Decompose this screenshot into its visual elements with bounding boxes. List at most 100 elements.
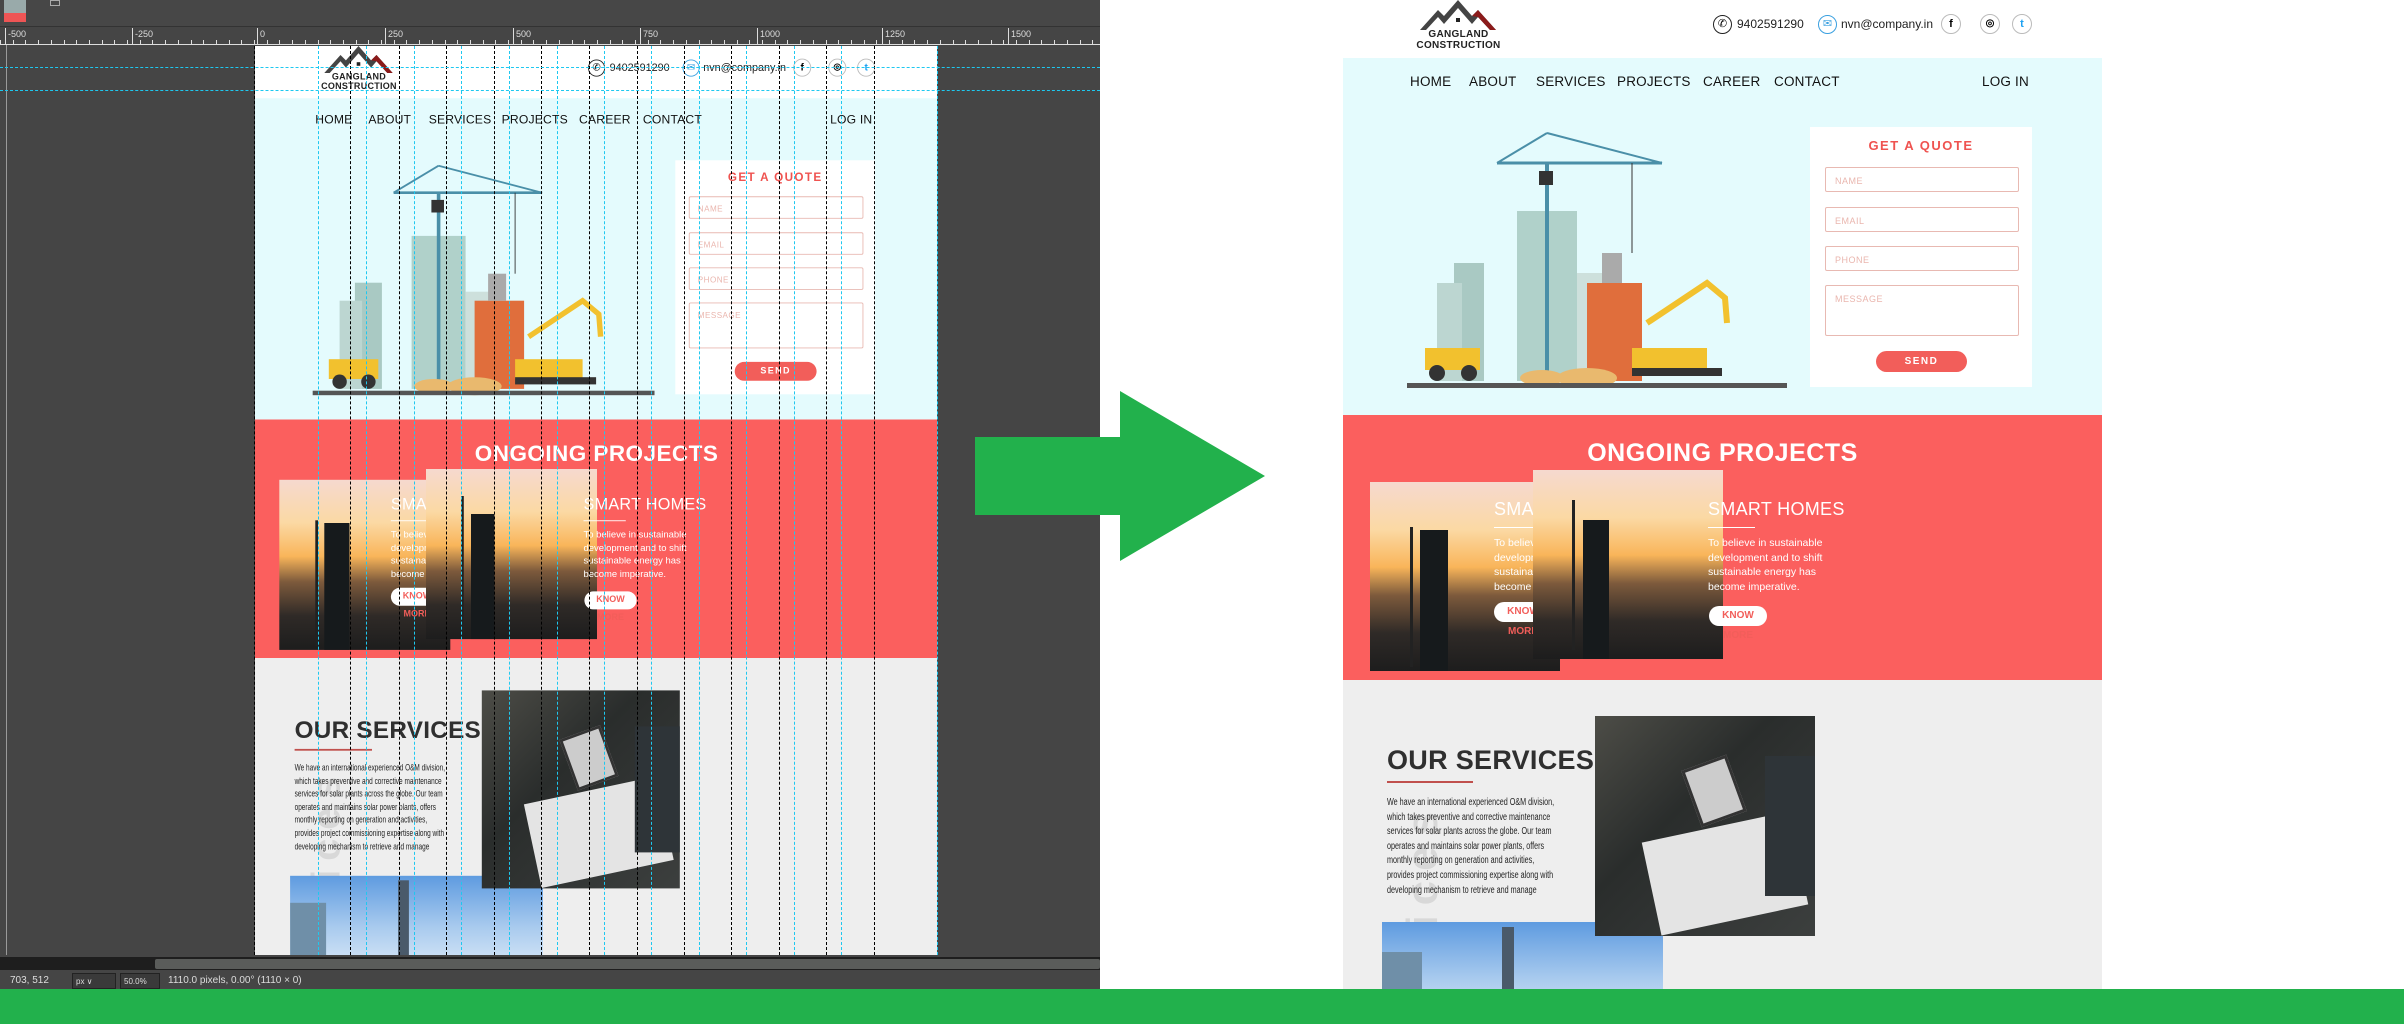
know-more-button-2[interactable]: KNOW MORE (1709, 606, 1767, 641)
vertical-guide[interactable] (731, 46, 732, 955)
email-input[interactable]: EMAIL (1825, 207, 2019, 232)
vertical-guide[interactable] (746, 46, 747, 955)
editor-canvas[interactable]: GANGLAND CONSTRUCTION ✆ 9402591290 ✉ nvn… (255, 46, 937, 955)
nav-projects[interactable]: PROJECTS (1617, 74, 1691, 89)
ruler-label: 250 (388, 29, 404, 39)
image-thumbnail[interactable] (4, 0, 26, 22)
vertical-guide[interactable] (366, 46, 367, 955)
ruler-tick (533, 40, 535, 44)
horizontal-ruler[interactable]: -500 -250 0 250 500 750 1000 1250 1500 (0, 28, 1100, 45)
vertical-guide[interactable] (446, 46, 447, 955)
hero-section: HOME ABOUT SERVICES PROJECTS CAREER CONT… (1343, 58, 2102, 415)
ruler-tick (495, 40, 497, 44)
vertical-guide[interactable] (461, 46, 462, 955)
ruler-tick (190, 40, 192, 44)
nav-home[interactable]: HOME (315, 113, 352, 127)
ruler-tick (381, 40, 382, 44)
mail-icon: ✉ (1818, 15, 1837, 34)
vertical-guide[interactable] (779, 46, 780, 955)
vertical-guide[interactable] (604, 46, 605, 955)
ruler-tick (368, 40, 370, 44)
ruler-tick (241, 40, 243, 44)
vertical-guide[interactable] (589, 46, 590, 955)
logo-text-line1: GANGLAND (331, 72, 387, 82)
instagram-icon[interactable]: ◎ (1980, 14, 2000, 34)
name-input[interactable]: NAME (688, 196, 864, 219)
nav-about[interactable]: ABOUT (368, 113, 411, 127)
vertical-guide[interactable] (254, 46, 255, 955)
nav-contact[interactable]: CONTACT (1774, 74, 1840, 89)
phone-input[interactable]: PHONE (1825, 246, 2019, 271)
message-input[interactable]: MESSAGE (688, 302, 864, 349)
vertical-guide[interactable] (699, 46, 700, 955)
vertical-guide[interactable] (937, 46, 938, 955)
vertical-guide[interactable] (509, 46, 510, 955)
unit-select[interactable]: px ∨ (72, 973, 116, 989)
horizontal-guide[interactable] (0, 90, 1100, 91)
services-text: We have an international experienced O&M… (1387, 796, 1554, 898)
know-more-button-2[interactable]: KNOW MORE (584, 591, 637, 623)
ruler-tick (38, 40, 40, 44)
vertical-guide[interactable] (494, 46, 495, 955)
twitter-icon[interactable]: t (2012, 14, 2032, 34)
ruler-tick (457, 40, 459, 44)
ruler-tick (977, 40, 979, 44)
vertical-guide[interactable] (637, 46, 638, 955)
ruler-tick (584, 40, 586, 44)
ruler-tick (660, 40, 662, 44)
ruler-label: 750 (643, 29, 659, 39)
vertical-guide[interactable] (826, 46, 827, 955)
restore-icon[interactable] (50, 0, 60, 6)
email-input[interactable]: EMAIL (688, 232, 864, 255)
nav-home[interactable]: HOME (1410, 74, 1451, 89)
nav-career[interactable]: CAREER (1703, 74, 1760, 89)
scrollbar-thumb[interactable] (155, 959, 1100, 969)
ruler-tick (622, 40, 624, 44)
vertical-guide[interactable] (841, 46, 842, 955)
send-button[interactable]: SEND (1876, 351, 1967, 372)
ruler-label: 500 (516, 29, 532, 39)
nav-services[interactable]: SERVICES (1536, 74, 1606, 89)
vertical-guide[interactable] (794, 46, 795, 955)
header-phone[interactable]: 9402591290 (1737, 17, 1804, 31)
vertical-guide[interactable] (684, 46, 685, 955)
vertical-guide[interactable] (414, 46, 415, 955)
ruler-tick (635, 40, 636, 44)
nav-login[interactable]: LOG IN (1982, 74, 2029, 89)
horizontal-guide[interactable] (0, 67, 1100, 68)
ruler-tick (800, 40, 802, 44)
vertical-guide[interactable] (651, 46, 652, 955)
ruler-tick (952, 40, 954, 44)
phone-input[interactable]: PHONE (688, 267, 864, 290)
vertical-guide[interactable] (874, 46, 875, 955)
vertical-guide[interactable] (557, 46, 558, 955)
construction-illustration (1407, 132, 1787, 388)
nav-about[interactable]: ABOUT (1469, 74, 1517, 89)
message-input[interactable]: MESSAGE (1825, 285, 2019, 336)
vertical-guide[interactable] (318, 46, 319, 955)
name-input[interactable]: NAME (1825, 167, 2019, 192)
services-section: services OUR SERVICES We have an interna… (1343, 680, 2102, 1016)
ruler-tick (774, 40, 776, 44)
project-image-2 (1533, 470, 1723, 659)
zoom-select[interactable]: 50.0% (120, 973, 160, 989)
ruler-tick (444, 40, 446, 44)
ruler-tick (254, 40, 255, 44)
vertical-guide[interactable] (541, 46, 542, 955)
ruler-tick (927, 40, 929, 44)
bottom-green-band (0, 989, 2404, 1024)
ruler-tick (63, 40, 65, 44)
ruler-tick (838, 40, 840, 44)
ruler-tick (5, 28, 6, 44)
facebook-icon[interactable]: f (1941, 14, 1961, 34)
header-email[interactable]: nvn@company.in (1841, 17, 1933, 31)
vertical-guide[interactable] (350, 46, 351, 955)
unit-value: px (76, 977, 85, 986)
vertical-guide[interactable] (399, 46, 400, 955)
horizontal-scrollbar[interactable] (0, 957, 1100, 970)
ruler-tick (876, 40, 878, 44)
nav-login[interactable]: LOG IN (830, 113, 872, 127)
vertical-ruler[interactable] (0, 45, 7, 955)
ruler-tick (279, 40, 281, 44)
ruler-tick (25, 40, 27, 44)
